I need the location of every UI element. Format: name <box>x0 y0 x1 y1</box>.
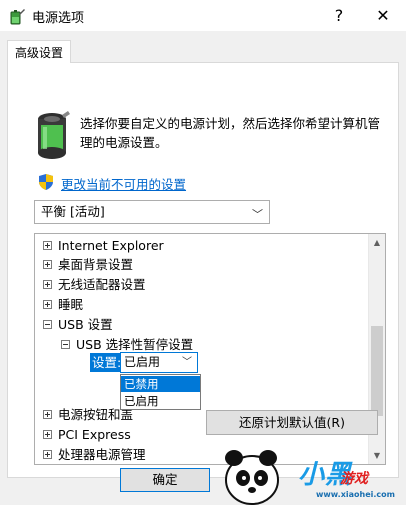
dialog-body: 高级设置 选择你要自定义的电源计划，然后选择你希望计算机管理的电源设置。 更改当… <box>0 31 406 505</box>
expand-icon[interactable] <box>43 280 52 289</box>
title-bar: 电源选项 ? ✕ <box>0 0 406 31</box>
help-button[interactable]: ? <box>322 0 356 31</box>
power-options-icon <box>10 9 25 25</box>
expand-icon[interactable] <box>43 241 52 250</box>
scroll-up-icon[interactable]: ▲ <box>369 234 385 251</box>
tree-item-pci-express[interactable]: PCI Express <box>43 425 131 444</box>
ok-button[interactable]: 确定 <box>120 468 210 492</box>
option-disabled[interactable]: 已禁用 <box>121 376 200 392</box>
change-unavailable-settings-link[interactable]: 更改当前不可用的设置 <box>61 174 186 193</box>
scrollbar-thumb[interactable] <box>371 326 383 416</box>
battery-icon <box>38 111 70 159</box>
collapse-icon[interactable] <box>61 340 70 349</box>
uac-shield-icon <box>39 174 53 190</box>
option-enabled[interactable]: 已启用 <box>121 393 200 409</box>
tree-item-processor-power[interactable]: 处理器电源管理 <box>43 445 146 464</box>
collapse-icon[interactable] <box>43 320 52 329</box>
setting-value-select[interactable]: 已启用 ﹀ <box>120 352 198 373</box>
window-title: 电源选项 <box>32 11 85 26</box>
tree-item-desktop-background[interactable]: 桌面背景设置 <box>43 255 133 274</box>
setting-label: 设置: <box>90 353 124 372</box>
expand-icon[interactable] <box>43 300 52 309</box>
watermark-url: www.xiaohei.com <box>316 490 395 499</box>
tree-item-usb-settings[interactable]: USB 设置 <box>43 315 113 334</box>
watermark-text-secondary: 游戏 <box>340 471 368 487</box>
chevron-down-icon: ﹀ <box>182 357 192 368</box>
expand-icon[interactable] <box>43 410 52 419</box>
description-text: 选择你要自定义的电源计划，然后选择你希望计算机管理的电源设置。 <box>80 116 381 150</box>
expand-icon[interactable] <box>43 430 52 439</box>
close-button[interactable]: ✕ <box>366 0 400 31</box>
restore-defaults-button[interactable]: 还原计划默认值(R) <box>206 410 378 435</box>
tab-advanced-settings[interactable]: 高级设置 <box>7 40 71 63</box>
tree-item-sleep[interactable]: 睡眠 <box>43 295 83 314</box>
power-plan-value: 平衡 [活动] <box>41 204 105 219</box>
setting-dropdown-list: 已禁用 已启用 <box>120 374 201 410</box>
expand-icon[interactable] <box>43 450 52 459</box>
chevron-down-icon: ﹀ <box>252 208 263 221</box>
tree-item-wireless-adapter[interactable]: 无线适配器设置 <box>43 275 146 294</box>
expand-icon[interactable] <box>43 260 52 269</box>
tree-item-internet-explorer[interactable]: Internet Explorer <box>43 236 164 255</box>
setting-value: 已启用 <box>124 355 161 369</box>
power-plan-select[interactable]: 平衡 [活动] ﹀ <box>34 200 270 224</box>
